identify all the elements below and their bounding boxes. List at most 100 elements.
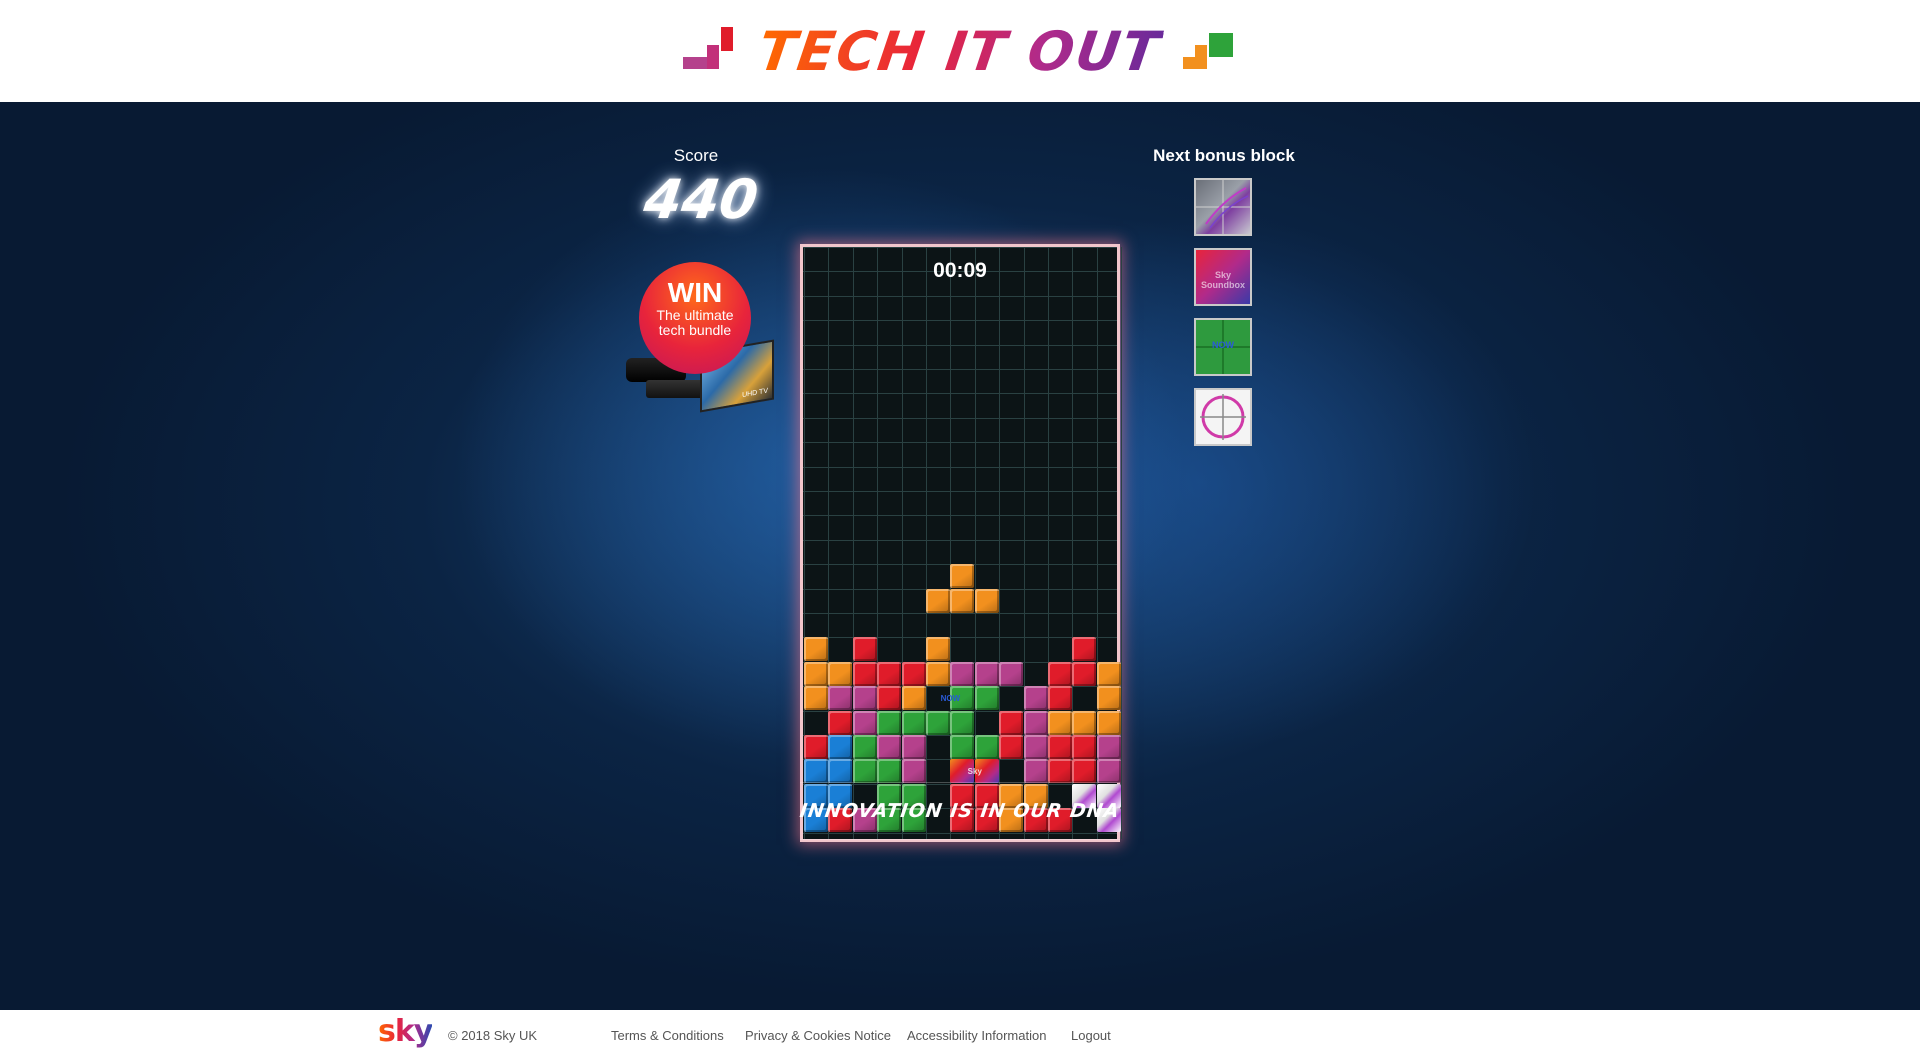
block-cell — [974, 686, 999, 711]
grid-line — [803, 442, 1117, 444]
win-line-2: tech bundle — [658, 322, 732, 338]
block-cell — [852, 686, 877, 711]
block-cell — [877, 661, 902, 686]
block-cell — [1072, 637, 1097, 662]
grid-line — [803, 247, 1117, 248]
block-cell — [1023, 710, 1048, 735]
bonus-block-wireframe — [1194, 178, 1252, 236]
block-cell — [804, 637, 828, 662]
block-cell — [1048, 735, 1072, 759]
tech-it-out-logo: TECH IT OUT — [683, 20, 1237, 83]
bonus-block-target — [1194, 388, 1252, 446]
grid-line — [803, 393, 1117, 395]
block-cell — [877, 710, 902, 735]
block-cell — [1096, 735, 1121, 759]
block-cell — [852, 735, 877, 759]
grid-line — [803, 491, 1117, 492]
block-cell — [926, 637, 950, 662]
block-cell — [1072, 710, 1097, 735]
grid-line — [803, 637, 1117, 639]
tetromino-right-icon — [1182, 27, 1237, 75]
block-cell — [804, 735, 828, 759]
privacy-link[interactable]: Privacy & Cookies Notice — [745, 1028, 891, 1043]
score-label: Score — [673, 146, 719, 165]
grid-line — [803, 613, 1117, 614]
game-timer: 00:09 — [933, 259, 987, 282]
tetromino-left-icon — [683, 27, 737, 75]
block-cell — [1072, 735, 1097, 759]
block-cell — [950, 710, 975, 735]
block-cell — [901, 661, 926, 686]
block-cell — [852, 759, 877, 784]
block-cell — [828, 735, 853, 759]
grid-line — [803, 417, 1117, 419]
block-cell — [974, 588, 999, 613]
block-cell — [950, 661, 975, 686]
copyright: © 2018 Sky UK — [448, 1028, 538, 1043]
block-cell — [828, 759, 853, 784]
block-cell — [1023, 735, 1048, 759]
block-cell — [1096, 710, 1121, 735]
grid-line — [803, 320, 1117, 322]
target-icon — [1200, 394, 1246, 440]
block-cell — [877, 759, 902, 784]
block-cell — [1048, 686, 1072, 711]
block-cell — [926, 710, 950, 735]
grid-line — [926, 247, 927, 839]
block-cell — [1048, 710, 1072, 735]
block-cell — [1096, 759, 1121, 784]
block-cell — [804, 661, 828, 686]
block-cell — [974, 661, 999, 686]
block-cell — [877, 686, 902, 711]
block-cell — [1023, 686, 1048, 711]
block-cell — [950, 588, 975, 613]
grid-line — [803, 295, 1117, 297]
logout-link[interactable]: Logout — [1071, 1028, 1111, 1043]
win-headline: WIN — [667, 277, 723, 308]
now-cell-label: NOW — [940, 694, 961, 704]
block-cell — [926, 661, 950, 686]
grid-line — [803, 369, 1117, 370]
tagline: INNOVATION IS IN OUR DNA — [799, 782, 1121, 840]
sky-logo[interactable]: sky — [378, 1014, 433, 1049]
grid-line — [803, 539, 1117, 541]
win-badge: WIN The ultimate tech bundle — [639, 262, 751, 374]
block-cell — [852, 661, 877, 686]
wireframe-icon — [1196, 180, 1250, 234]
block-cell — [852, 710, 877, 735]
block-cell — [974, 735, 999, 759]
next-bonus-label: Next bonus block — [1153, 146, 1295, 165]
block-cell — [804, 686, 828, 711]
block-cell — [1023, 759, 1048, 784]
header: TECH IT OUT — [0, 0, 1920, 102]
block-cell — [828, 686, 853, 711]
block-cell — [804, 759, 828, 784]
block-cell — [950, 564, 975, 589]
grid-line — [803, 515, 1117, 517]
footer: sky © 2018 Sky UK Terms & Conditions Pri… — [0, 1010, 1920, 1060]
block-cell — [999, 661, 1024, 686]
grid-line — [1121, 247, 1123, 839]
block-cell — [828, 710, 853, 735]
block-cell — [828, 661, 853, 686]
block-cell — [950, 735, 975, 759]
block-cell — [877, 735, 902, 759]
block-cell — [901, 759, 926, 784]
terms-link[interactable]: Terms & Conditions — [611, 1028, 724, 1043]
score-value: 440 — [640, 168, 762, 231]
block-cell — [999, 710, 1024, 735]
grid-line — [803, 466, 1117, 468]
block-cell — [901, 686, 926, 711]
block-cell — [901, 710, 926, 735]
block-cell — [852, 637, 877, 662]
bonus-block-now: NOW — [1194, 318, 1252, 376]
block-cell — [1096, 686, 1121, 711]
game-board[interactable]: NOW Sky 00:09 — [800, 244, 1123, 842]
win-promo[interactable]: UHD TV WIN The ultimate tech bundle — [618, 262, 778, 422]
win-line-1: The ultimate — [656, 307, 734, 323]
block-cell — [1096, 661, 1121, 686]
block-cell — [901, 735, 926, 759]
accessibility-link[interactable]: Accessibility Information — [907, 1028, 1046, 1043]
board-grid: NOW Sky — [803, 247, 1123, 839]
bonus-block-sky-soundbox: Sky Soundbox — [1194, 248, 1252, 306]
